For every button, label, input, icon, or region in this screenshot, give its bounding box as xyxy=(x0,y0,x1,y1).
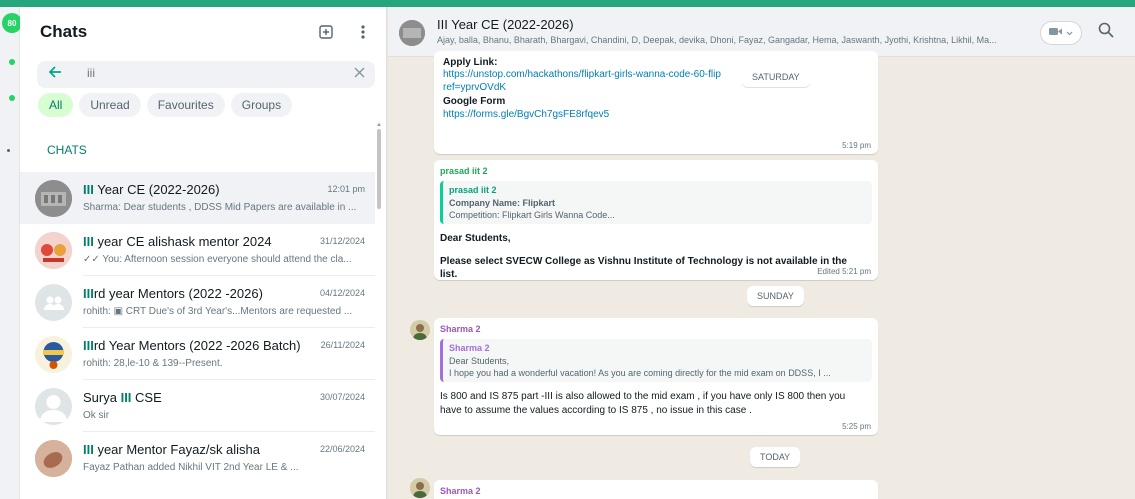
chat-item[interactable]: Surya III CSE 30/07/2024 Ok sir xyxy=(20,380,375,432)
chat-name: IIIrd year Mentors (2022 -2026) xyxy=(83,286,263,301)
message-link[interactable]: https://forms.gle/BgvCh7gsFE8rfqev5 xyxy=(443,109,869,120)
quoted-message[interactable]: prasad iit 2 Company Name: Flipkart Comp… xyxy=(440,181,872,224)
back-arrow-icon[interactable] xyxy=(47,64,63,85)
chat-name: III year CE alishask mentor 2024 xyxy=(83,234,272,249)
message-time: 5:25 pm xyxy=(842,422,871,431)
video-call-button[interactable] xyxy=(1040,21,1082,45)
filter-favourites[interactable]: Favourites xyxy=(146,93,225,117)
chat-item[interactable]: IIIrd year Mentors (2022 -2026) 04/12/20… xyxy=(20,276,375,328)
message-bubble[interactable]: Apply Link: https://unstop.com/hackathon… xyxy=(434,51,878,154)
message-text: list. xyxy=(440,269,458,280)
conversation-header[interactable]: III Year CE (2022-2026) Ajay, balla, Bha… xyxy=(388,7,1135,57)
chat-item[interactable]: III year Mentor Fayaz/sk alisha 22/06/20… xyxy=(20,432,375,484)
chat-name: IIIrd Year Mentors (2022 -2026 Batch) xyxy=(83,338,301,353)
avatar xyxy=(35,440,72,477)
new-chat-icon[interactable] xyxy=(316,22,336,42)
sender-avatar[interactable] xyxy=(410,320,430,340)
close-icon[interactable] xyxy=(354,65,365,81)
avatar xyxy=(35,232,72,269)
message-time: 5:19 pm xyxy=(842,141,871,150)
message-area: Apply Link: https://unstop.com/hackathon… xyxy=(388,51,1135,499)
filter-unread[interactable]: Unread xyxy=(79,93,141,117)
chat-name: III year Mentor Fayaz/sk alisha xyxy=(83,442,261,457)
chat-item[interactable]: III year CE alishask mentor 2024 31/12/2… xyxy=(20,224,375,276)
message-bubble[interactable]: prasad iit 2 prasad iit 2 Company Name: … xyxy=(434,160,878,280)
section-label: CHATS xyxy=(47,143,87,157)
date-divider: SUNDAY xyxy=(747,286,804,306)
sender-avatar[interactable] xyxy=(410,478,430,498)
message-bubble[interactable]: Sharma 2 Sharma 2 Dear Students, I hope … xyxy=(434,318,878,435)
filter-all[interactable]: All xyxy=(38,93,74,117)
chat-time: 26/11/2024 xyxy=(320,340,365,350)
group-avatar[interactable] xyxy=(399,20,425,46)
message-text: Is 800 and IS 875 part -III is also allo… xyxy=(440,391,846,402)
message-bubble[interactable]: Sharma 2 xyxy=(434,480,878,499)
person-avatar-icon xyxy=(35,388,72,425)
search-input[interactable] xyxy=(87,66,337,80)
chat-preview: rohith: 28,le-10 & 139--Present. xyxy=(83,358,223,369)
group-avatar-icon xyxy=(35,284,72,321)
search-box[interactable] xyxy=(37,61,375,88)
status-dot xyxy=(9,59,15,65)
chat-list-panel: Chats All Unread Favourites Groups CHATS… xyxy=(20,7,387,499)
search-icon[interactable] xyxy=(1097,21,1117,41)
chat-list: III Year CE (2022-2026) 12:01 pm Sharma:… xyxy=(20,172,387,484)
message-link[interactable]: https://unstop.com/hackathons/flipkart-g… xyxy=(443,69,721,80)
message-sender[interactable]: Sharma 2 xyxy=(440,486,872,496)
conversation-panel: III Year CE (2022-2026) Ajay, balla, Bha… xyxy=(388,7,1135,499)
avatar xyxy=(35,180,72,217)
message-text: Please select SVECW College as Vishnu In… xyxy=(440,256,847,267)
channels-dot xyxy=(9,95,15,101)
menu-dots-icon[interactable] xyxy=(353,22,373,42)
chat-preview: Sharma: Dear students , DDSS Mid Papers … xyxy=(83,202,357,213)
message-text: Dear Students, xyxy=(440,233,511,244)
chevron-down-icon xyxy=(1066,28,1073,39)
filter-chips: All Unread Favourites Groups xyxy=(38,93,293,117)
chat-item[interactable]: III Year CE (2022-2026) 12:01 pm Sharma:… xyxy=(20,172,375,224)
chat-time: 22/06/2024 xyxy=(319,444,365,454)
chat-time: 31/12/2024 xyxy=(319,236,365,246)
chat-preview: rohith: ▣ CRT Due's of 3rd Year's...Ment… xyxy=(83,306,353,317)
nav-rail: 80 xyxy=(0,7,22,499)
scroll-up-icon[interactable]: ▲ xyxy=(376,122,382,128)
group-members: Ajay, balla, Bhanu, Bharath, Bhargavi, C… xyxy=(437,35,997,45)
chat-preview: Fayaz Pathan added Nikhil VIT 2nd Year L… xyxy=(83,462,299,473)
unread-badge[interactable]: 80 xyxy=(2,13,22,33)
chat-time: 04/12/2024 xyxy=(319,288,365,298)
top-accent-bar xyxy=(0,0,1135,7)
message-text: have to assume the values according to I… xyxy=(440,405,752,416)
rail-indicator xyxy=(7,149,10,152)
chat-time: 30/07/2024 xyxy=(319,392,365,402)
filter-groups[interactable]: Groups xyxy=(230,93,293,117)
date-divider: SATURDAY xyxy=(742,67,810,87)
chat-name: Surya III CSE xyxy=(83,390,162,405)
chat-item[interactable]: IIIrd Year Mentors (2022 -2026 Batch) 26… xyxy=(20,328,375,380)
chat-preview: ✓✓ You: Afternoon session everyone shoul… xyxy=(83,254,352,265)
message-sender[interactable]: Sharma 2 xyxy=(440,324,872,334)
date-divider: TODAY xyxy=(750,447,801,467)
video-call-icon xyxy=(1049,27,1063,39)
quoted-message[interactable]: Sharma 2 Dear Students, I hope you had a… xyxy=(440,339,872,382)
group-name: III Year CE (2022-2026) xyxy=(437,17,574,32)
message-time: Edited 5:21 pm xyxy=(817,267,871,276)
chat-preview: Ok sir xyxy=(83,410,110,421)
chat-name: III Year CE (2022-2026) xyxy=(83,182,220,197)
chat-list-header: Chats xyxy=(20,7,387,57)
panel-title: Chats xyxy=(40,22,88,41)
message-sender[interactable]: prasad iit 2 xyxy=(440,166,872,176)
chat-time: 12:01 pm xyxy=(327,184,365,194)
avatar xyxy=(35,336,72,373)
